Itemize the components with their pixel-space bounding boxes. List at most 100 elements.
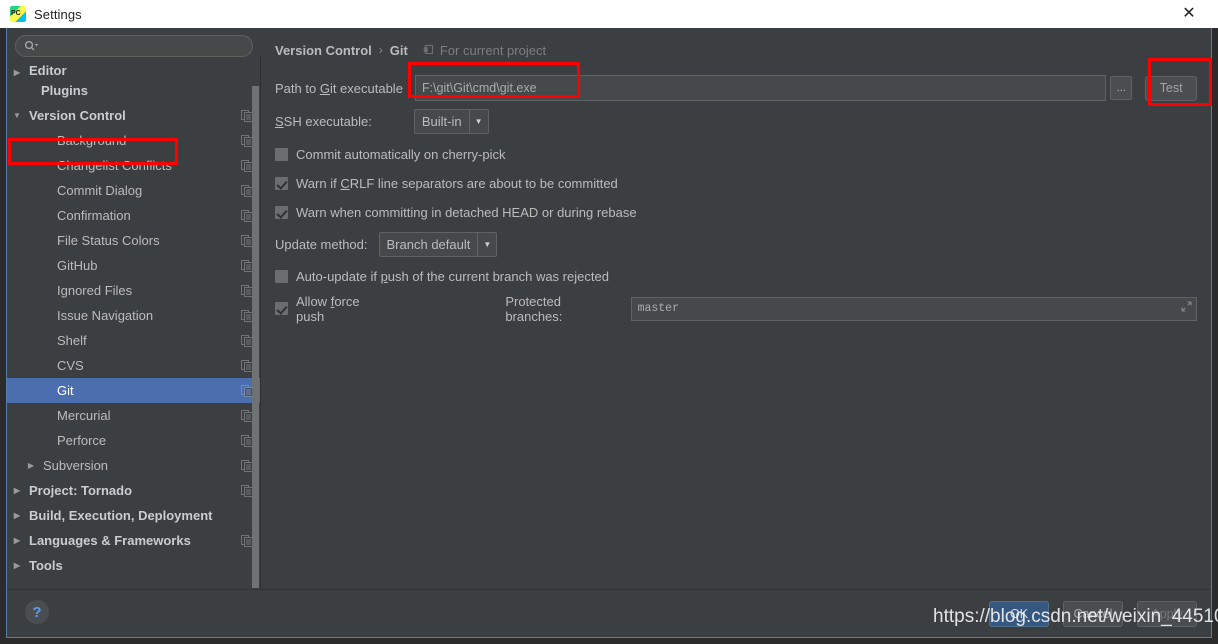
sidebar-item-label: Perforce bbox=[57, 433, 107, 448]
git-option-row[interactable]: Warn when committing in detached HEAD or… bbox=[275, 198, 1197, 227]
git-option-checkbox[interactable] bbox=[275, 148, 288, 161]
sidebar-item-label: Confirmation bbox=[57, 208, 131, 223]
update-method-row: Update method: Branch default ▼ bbox=[275, 229, 1197, 259]
git-option-label-pre: Warn if bbox=[296, 176, 341, 191]
sidebar-scrollbar-thumb[interactable] bbox=[252, 86, 259, 588]
git-path-label: Path to Git executable bbox=[275, 81, 403, 96]
search-wrapper bbox=[7, 28, 261, 60]
expand-icon[interactable] bbox=[1181, 300, 1192, 312]
ssh-label-mnemonic: S bbox=[275, 113, 284, 129]
sidebar-item-label: Plugins bbox=[41, 83, 88, 98]
git-option-row[interactable]: Warn if CRLF line separators are about t… bbox=[275, 169, 1197, 198]
allow-force-push-checkbox[interactable] bbox=[275, 302, 288, 315]
sidebar-item-issue-navigation[interactable]: Issue Navigation bbox=[7, 303, 261, 328]
sidebar-item-changelist-conflicts[interactable]: Changelist Conflicts bbox=[7, 153, 261, 178]
update-method-dropdown[interactable]: Branch default ▼ bbox=[378, 231, 498, 257]
sidebar-item-mercurial[interactable]: Mercurial bbox=[7, 403, 261, 428]
sidebar-item-git[interactable]: Git bbox=[7, 378, 261, 403]
sidebar-item-label: Mercurial bbox=[57, 408, 111, 423]
sidebar-item-label: Issue Navigation bbox=[57, 308, 154, 323]
search-icon bbox=[24, 40, 38, 52]
git-path-input[interactable]: F:\git\Git\cmd\git.exe bbox=[414, 75, 1107, 101]
chevron-right-icon[interactable]: ▶ bbox=[11, 485, 23, 497]
git-option-label: Warn when committing in detached HEAD or… bbox=[296, 205, 637, 220]
settings-sidebar: ▶ Editor Plugins ▼ Version Control Background… bbox=[7, 28, 261, 589]
ssh-executable-label: SSH executable: bbox=[275, 114, 372, 129]
chevron-right-icon[interactable]: ▶ bbox=[25, 460, 37, 472]
git-option-checkbox[interactable] bbox=[275, 206, 288, 219]
test-button[interactable]: Test bbox=[1145, 75, 1197, 101]
git-option-row[interactable]: Commit automatically on cherry-pick bbox=[275, 140, 1197, 169]
chevron-right-icon[interactable]: ▶ bbox=[11, 510, 23, 522]
sidebar-item-subversion[interactable]: ▶ Subversion bbox=[7, 453, 261, 478]
window-titlebar: Settings ✕ bbox=[0, 0, 1218, 28]
help-button[interactable]: ? bbox=[25, 600, 49, 624]
git-path-label-post: it executable bbox=[329, 80, 403, 96]
sidebar-item-file-status-colors[interactable]: File Status Colors bbox=[7, 228, 261, 253]
chevron-right-icon[interactable]: ▶ bbox=[11, 535, 23, 547]
auto-update-label: Auto-update if push of the current branc… bbox=[296, 269, 609, 284]
sidebar-item-ignored-files[interactable]: Ignored Files bbox=[7, 278, 261, 303]
sidebar-item-label: File Status Colors bbox=[57, 233, 160, 248]
sidebar-item-label: Editor bbox=[29, 64, 67, 78]
git-path-label-pre: Path to bbox=[275, 80, 320, 96]
browse-button[interactable]: ... bbox=[1110, 76, 1133, 100]
project-scope-label: For current project bbox=[439, 42, 547, 58]
auto-update-row[interactable]: Auto-update if push of the current branc… bbox=[275, 262, 1197, 291]
sidebar-item-tools[interactable]: ▶ Tools bbox=[7, 553, 261, 578]
chevron-right-icon[interactable]: ▶ bbox=[11, 560, 23, 572]
chevron-right-icon[interactable]: ▶ bbox=[11, 66, 23, 78]
ssh-executable-dropdown[interactable]: Built-in ▼ bbox=[413, 108, 489, 134]
sidebar-item-label: Ignored Files bbox=[57, 283, 133, 298]
auto-update-checkbox[interactable] bbox=[275, 270, 288, 283]
force-push-row: Allow force push Protected branches: mas… bbox=[275, 294, 1198, 324]
breadcrumb-separator: › bbox=[378, 43, 383, 57]
chevron-down-icon[interactable]: ▼ bbox=[11, 110, 23, 122]
sidebar-item-editor[interactable]: ▶ Editor bbox=[7, 64, 261, 78]
sidebar-item-background[interactable]: Background bbox=[7, 128, 261, 153]
sidebar-item-shelf[interactable]: Shelf bbox=[7, 328, 261, 353]
sidebar-item-label: Subversion bbox=[43, 458, 109, 473]
sidebar-item-label: Background bbox=[57, 133, 127, 148]
search-input[interactable] bbox=[38, 39, 244, 53]
sidebar-item-plugins[interactable]: Plugins bbox=[7, 78, 261, 103]
ssh-executable-row: SSH executable: Built-in ▼ bbox=[275, 106, 1197, 136]
ssh-label-post: SH executable: bbox=[283, 113, 372, 129]
git-option-label-pre: Commit automatically on cherry-pick bbox=[296, 147, 506, 162]
protected-branches-value: master bbox=[637, 302, 679, 315]
watermark-text: https://blog.csdn.net/weixin_44510615 bbox=[933, 606, 1218, 627]
settings-dialog-body: ▶ Editor Plugins ▼ Version Control Background… bbox=[7, 28, 1211, 589]
close-icon[interactable]: ✕ bbox=[1168, 0, 1210, 28]
git-option-checkbox[interactable] bbox=[275, 177, 288, 190]
sidebar-item-cvs[interactable]: CVS bbox=[7, 353, 261, 378]
search-box[interactable] bbox=[15, 35, 253, 57]
chevron-down-icon: ▼ bbox=[477, 232, 496, 256]
git-option-label-pre: Warn when committing in detached HEAD or… bbox=[296, 205, 637, 220]
auto-update-label-pre: Auto-update if bbox=[296, 269, 381, 284]
sidebar-item-project-tornado[interactable]: ▶ Project: Tornado bbox=[7, 478, 261, 503]
breadcrumb-root[interactable]: Version Control bbox=[275, 43, 372, 58]
sidebar-item-github[interactable]: GitHub bbox=[7, 253, 261, 278]
settings-content-panel: Version Control › Git For current projec… bbox=[261, 28, 1211, 589]
sidebar-item-label: Tools bbox=[29, 558, 63, 573]
sidebar-item-confirmation[interactable]: Confirmation bbox=[7, 203, 261, 228]
breadcrumb: Version Control › Git For current projec… bbox=[275, 40, 1197, 60]
git-options-checkbox-list: Commit automatically on cherry-pick Warn … bbox=[275, 140, 1197, 227]
sidebar-item-version-control[interactable]: ▼ Version Control bbox=[7, 103, 261, 128]
protected-branches-input[interactable]: master bbox=[630, 296, 1198, 321]
sidebar-item-build-execution-deployment[interactable]: ▶ Build, Execution, Deployment bbox=[7, 503, 261, 528]
sidebar-item-label: GitHub bbox=[57, 258, 98, 273]
ssh-executable-value: Built-in bbox=[421, 113, 462, 129]
sidebar-item-commit-dialog[interactable]: Commit Dialog bbox=[7, 178, 261, 203]
sidebar-item-languages-frameworks[interactable]: ▶ Languages & Frameworks bbox=[7, 528, 261, 553]
sidebar-item-perforce[interactable]: Perforce bbox=[7, 428, 261, 453]
sidebar-item-label: Git bbox=[57, 383, 74, 398]
